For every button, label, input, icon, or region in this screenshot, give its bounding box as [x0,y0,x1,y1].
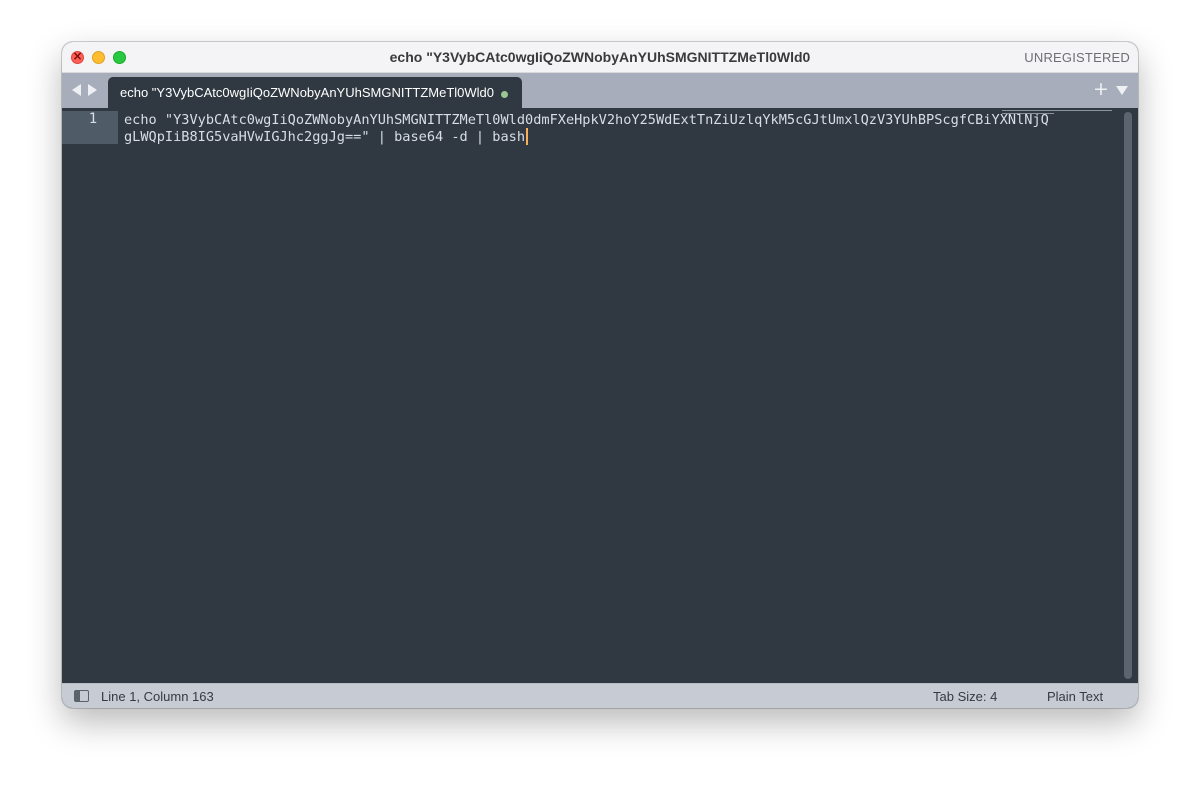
text-caret [526,128,529,145]
code-line-text: gLWQpIiB8IG5vaHVwIGJhc2ggJg==" | base64 … [124,129,526,145]
window-title: echo "Y3VybCAtc0wgIiQoZWNobyAnYUhSMGNITT… [389,49,811,65]
cursor-position: Line 1, Column 163 [101,689,214,704]
dot-icon[interactable] [501,91,508,98]
chevron-right-icon[interactable] [88,84,97,96]
license-status: UNREGISTERED [1024,50,1130,65]
sidebar-icon[interactable] [74,690,89,702]
plus-icon[interactable]: + [1093,79,1109,99]
text-editor[interactable]: 1 echo "Y3VybCAtc0wgIiQoZWNobyAnYUhSMGNI… [62,108,1138,683]
title-bar[interactable]: echo "Y3VybCAtc0wgIiQoZWNobyAnYUhSMGNITT… [62,42,1138,73]
triangle-down-icon[interactable] [1116,86,1128,95]
tab-label: echo "Y3VybCAtc0wgIiQoZWNobyAnYUhSMGNITT… [120,85,495,100]
code-line-wrapped[interactable]: gLWQpIiB8IG5vaHVwIGJhc2ggJg==" | base64 … [124,128,1024,146]
vertical-scrollbar[interactable] [1124,112,1132,679]
status-bar: Line 1, Column 163 Tab Size: 4 Plain Tex… [62,683,1138,708]
tab-active-file[interactable]: echo "Y3VybCAtc0wgIiQoZWNobyAnYUhSMGNITT… [108,77,522,108]
tab-size-selector[interactable]: Tab Size: 4 [933,689,997,704]
chevron-left-icon[interactable] [72,84,81,96]
minimap[interactable] [1002,110,1112,118]
tab-bar: echo "Y3VybCAtc0wgIiQoZWNobyAnYUhSMGNITT… [62,73,1138,108]
code-line[interactable]: echo "Y3VybCAtc0wgIiQoZWNobyAnYUhSMGNITT… [124,111,1049,129]
editor-window: echo "Y3VybCAtc0wgIiQoZWNobyAnYUhSMGNITT… [62,42,1138,708]
syntax-selector[interactable]: Plain Text [1047,689,1103,704]
line-number: 1 [88,111,98,127]
